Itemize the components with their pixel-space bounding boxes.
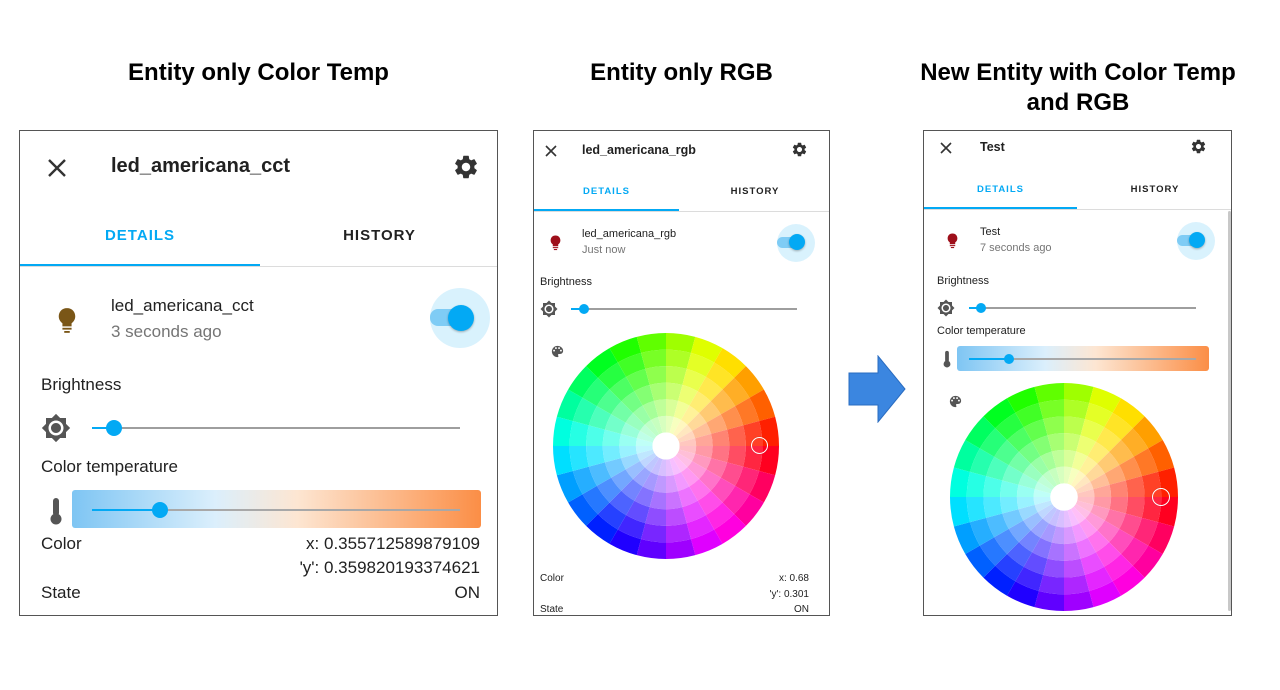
brightness-track[interactable] [92, 427, 460, 429]
color-wheel-center[interactable] [1050, 483, 1078, 511]
color-attr-label: Color [41, 534, 82, 553]
close-icon[interactable] [46, 157, 68, 179]
arrow-right-icon [848, 355, 906, 423]
panel-rgb: led_americana_rgb DETAILS HISTORY led_am… [533, 130, 830, 616]
color-wheel-segment[interactable] [641, 523, 666, 543]
state-attr-value: ON [794, 604, 809, 615]
color-wheel-segment[interactable] [641, 349, 666, 369]
heading-cct: Entity only Color Temp [128, 59, 389, 86]
color-wheel-segment[interactable] [666, 349, 691, 369]
panel-new: Test DETAILS HISTORY Test 7 seconds ago … [923, 130, 1232, 616]
color-wheel-segment[interactable] [966, 497, 987, 523]
color-attr-x: x: 0.68 [778, 573, 809, 584]
thermometer-icon [50, 498, 62, 525]
heading-rgb: Entity only RGB [590, 59, 773, 86]
color-temperature-label: Color temperature [41, 457, 179, 476]
brightness-icon [41, 413, 71, 443]
lightbulb-icon [58, 308, 76, 333]
tab-divider [20, 266, 497, 267]
color-temperature-fill [92, 509, 160, 511]
color-attr-y: 'y': 0.359820193374621 [299, 558, 480, 577]
color-wheel-segment[interactable] [1038, 399, 1064, 420]
tab-details[interactable]: DETAILS [20, 227, 260, 244]
color-wheel-center[interactable] [652, 432, 680, 460]
color-wheel[interactable] [924, 131, 1232, 616]
color-wheel-segment[interactable] [1064, 574, 1090, 595]
toggle-knob[interactable] [448, 305, 474, 331]
heading-new-line1: New Entity with Color Temp [920, 59, 1236, 86]
color-wheel-segment[interactable] [1064, 399, 1090, 420]
state-attr-label: State [540, 604, 564, 615]
heading-new: New Entity with Color Temp and RGB [900, 58, 1256, 118]
color-wheel-segment[interactable] [966, 471, 987, 497]
brightness-label: Brightness [41, 375, 122, 394]
color-wheel-segment[interactable] [1038, 574, 1064, 595]
color-wheel-segment[interactable] [666, 523, 691, 543]
gear-icon[interactable] [452, 153, 480, 181]
color-attr-y: 'y': 0.301 [769, 589, 809, 600]
color-wheel-marker[interactable] [751, 437, 768, 454]
bulb-body [58, 308, 76, 327]
color-attr-x: x: 0.355712589879109 [306, 534, 480, 553]
color-wheel-segment[interactable] [569, 421, 589, 446]
panel-cct: led_americana_cct DETAILS HISTORY led_am… [19, 130, 498, 616]
tab-history[interactable]: HISTORY [260, 227, 497, 244]
dialog-title: led_americana_cct [111, 155, 291, 177]
color-wheel-marker[interactable] [1152, 488, 1170, 506]
color-wheel-segment[interactable] [569, 446, 589, 471]
color-temperature-handle[interactable] [152, 502, 168, 518]
color-wheel[interactable] [534, 131, 830, 616]
heading-new-line2: and RGB [1026, 89, 1130, 116]
color-attr-label: Color [540, 573, 564, 584]
state-attr-label: State [41, 583, 81, 602]
brightness-handle[interactable] [106, 420, 122, 436]
entity-last-changed: 3 seconds ago [111, 322, 222, 341]
entity-name: led_americana_cct [111, 296, 254, 315]
state-attr-value: ON [454, 583, 481, 602]
